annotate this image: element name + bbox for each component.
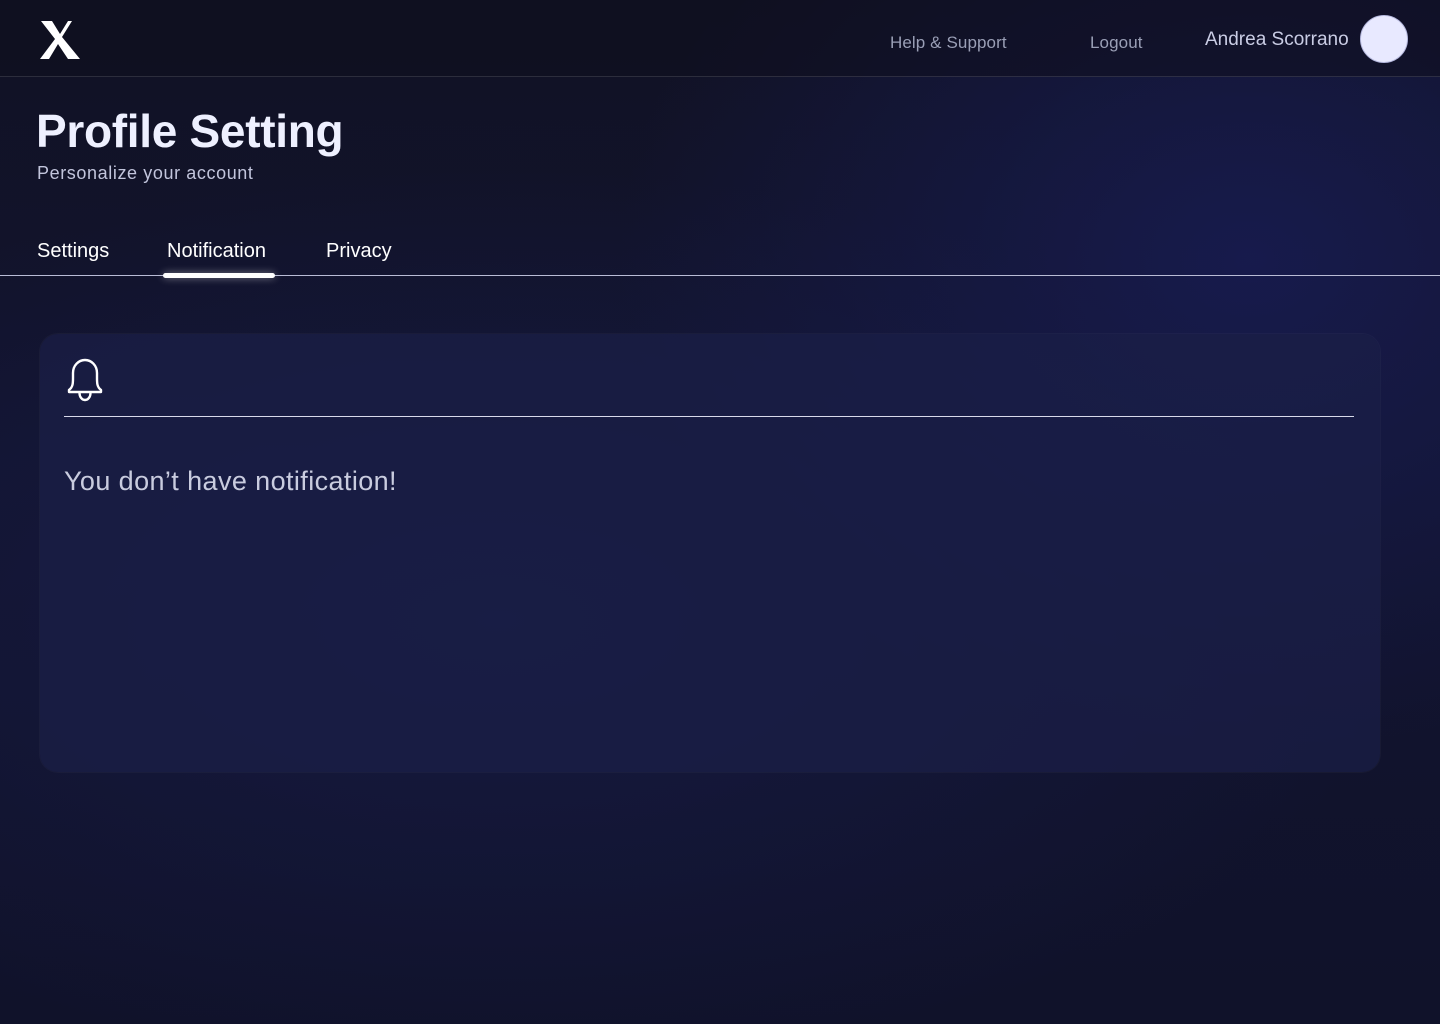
help-support-link[interactable]: Help & Support: [890, 33, 1007, 53]
logout-link[interactable]: Logout: [1090, 33, 1143, 53]
tab-notification[interactable]: Notification: [167, 240, 266, 263]
top-navigation-bar: Help & Support Logout Andrea Scorrano: [0, 0, 1440, 77]
page-subtitle: Personalize your account: [37, 163, 254, 183]
empty-notifications-message: You don’t have notification!: [64, 466, 397, 496]
page-title: Profile Setting: [36, 105, 344, 157]
notifications-panel: You don’t have notification!: [40, 334, 1380, 772]
x-logo-icon[interactable]: [39, 20, 81, 60]
tab-privacy[interactable]: Privacy: [326, 240, 392, 263]
user-name: Andrea Scorrano: [1205, 29, 1349, 50]
active-tab-indicator: [163, 273, 275, 278]
avatar[interactable]: [1360, 15, 1408, 63]
profile-tabs: Settings Notification Privacy: [0, 232, 1440, 276]
bell-icon: [67, 358, 103, 402]
tab-settings[interactable]: Settings: [37, 240, 109, 263]
panel-divider: [64, 416, 1354, 417]
